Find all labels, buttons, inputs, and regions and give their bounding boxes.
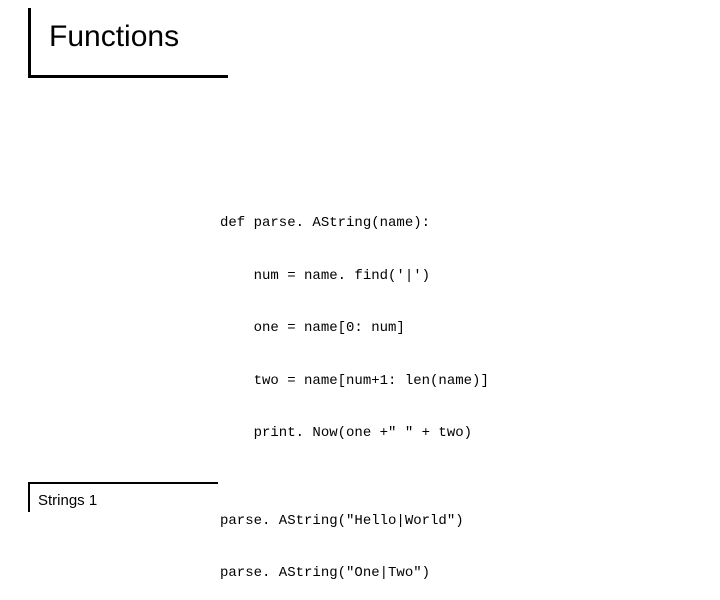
footer-label: Strings 1 (38, 492, 218, 509)
page-title: Functions (49, 20, 228, 54)
code-line: parse. AString("Hello|World") (220, 513, 489, 531)
code-line: parse. AString("One|Two") (220, 565, 489, 583)
code-block: def parse. AString(name): num = name. fi… (220, 180, 489, 600)
footer-box: Strings 1 (28, 482, 218, 512)
code-line: one = name[0: num] (220, 320, 489, 338)
title-box: Functions (28, 8, 228, 78)
code-line: num = name. find('|') (220, 268, 489, 286)
code-line: def parse. AString(name): (220, 215, 489, 233)
code-line: two = name[num+1: len(name)] (220, 373, 489, 391)
code-line: print. Now(one +" " + two) (220, 425, 489, 443)
